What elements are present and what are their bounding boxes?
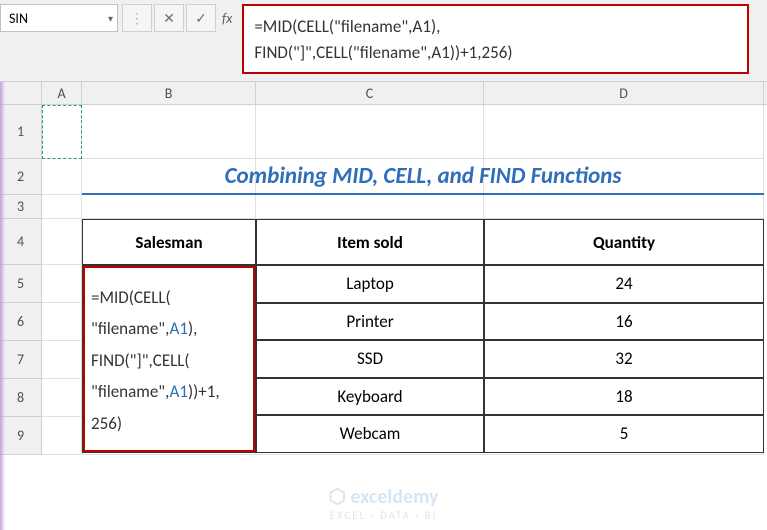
formula-line-1: =MID(CELL("filename",A1), — [254, 14, 737, 40]
watermark: ⬡ exceldemy EXCEL · DATA · BI — [328, 484, 438, 522]
select-all-corner[interactable] — [0, 82, 42, 104]
cell-C1[interactable] — [256, 105, 484, 159]
spreadsheet: A B C D 1 2 3 4 — [0, 82, 767, 455]
cell-qty[interactable]: 16 — [484, 303, 764, 341]
cell-qty[interactable]: 24 — [484, 265, 764, 303]
row-1: 1 — [0, 105, 767, 159]
cell-qty[interactable]: 32 — [484, 340, 764, 378]
header-salesman[interactable]: Salesman — [82, 219, 256, 265]
row-header-9[interactable]: 9 — [0, 417, 42, 455]
name-box-value: SIN — [9, 10, 28, 27]
col-header-D[interactable]: D — [484, 82, 764, 104]
name-box[interactable]: SIN ▾ — [0, 4, 118, 32]
chevron-down-icon[interactable]: ▾ — [108, 12, 113, 25]
formula-overlay-line-4: "filename",A1))+1, — [91, 376, 247, 407]
cell-qty[interactable]: 18 — [484, 378, 764, 416]
cell-A2[interactable] — [42, 159, 82, 195]
row-3: 3 — [0, 195, 767, 219]
expand-button: ⋮ — [122, 4, 152, 32]
fx-label[interactable]: fx — [222, 4, 232, 32]
formula-display-overlay[interactable]: =MID(CELL( "filename",A1), FIND("]",CELL… — [83, 266, 255, 452]
cell-D1[interactable] — [484, 105, 764, 159]
formula-bar-buttons: ⋮ ✕ ✓ — [122, 4, 216, 32]
row-header-6[interactable]: 6 — [0, 303, 42, 341]
cell-A1[interactable] — [42, 105, 82, 159]
cell-item[interactable]: Webcam — [256, 415, 484, 453]
cell-A7[interactable] — [42, 341, 82, 379]
cell-item[interactable]: SSD — [256, 340, 484, 378]
formula-input[interactable]: =MID(CELL("filename",A1), FIND("]",CELL(… — [242, 4, 749, 74]
row-header-3[interactable]: 3 — [0, 195, 42, 219]
header-item-sold[interactable]: Item sold — [256, 219, 484, 265]
col-header-A[interactable]: A — [42, 82, 82, 104]
formula-overlay-line-2: "filename",A1), — [91, 313, 247, 344]
cell-A8[interactable] — [42, 379, 82, 417]
cell-B3[interactable] — [82, 195, 256, 219]
formula-bar: SIN ▾ ⋮ ✕ ✓ fx =MID(CELL("filename",A1),… — [0, 0, 767, 82]
cell-item[interactable]: Laptop — [256, 265, 484, 303]
row-header-1[interactable]: 1 — [0, 105, 42, 159]
accept-button[interactable]: ✓ — [186, 4, 216, 32]
cell-C3[interactable] — [256, 195, 484, 219]
cell-A9[interactable] — [42, 417, 82, 455]
cell-A6[interactable] — [42, 303, 82, 341]
row-header-4[interactable]: 4 — [0, 219, 42, 265]
formula-line-2: FIND("]",CELL("filename",A1))+1,256) — [254, 40, 737, 66]
table-header-row: Salesman Item sold Quantity — [82, 219, 764, 265]
cell-A4[interactable] — [42, 219, 82, 265]
watermark-sub: EXCEL · DATA · BI — [328, 509, 438, 522]
column-headers: A B C D — [0, 82, 767, 105]
col-header-C[interactable]: C — [256, 82, 484, 104]
row-header-5[interactable]: 5 — [0, 265, 42, 303]
cell-A3[interactable] — [42, 195, 82, 219]
row-header-7[interactable]: 7 — [0, 341, 42, 379]
page-title: Combining MID, CELL, and FIND Functions — [82, 159, 764, 195]
cancel-button[interactable]: ✕ — [154, 4, 184, 32]
cell-qty[interactable]: 5 — [484, 415, 764, 453]
row-header-2[interactable]: 2 — [0, 159, 42, 195]
cell-item[interactable]: Keyboard — [256, 378, 484, 416]
formula-overlay-line-1: =MID(CELL( — [91, 282, 247, 313]
cell-A5[interactable] — [42, 265, 82, 303]
cell-D3[interactable] — [484, 195, 764, 219]
col-header-B[interactable]: B — [82, 82, 256, 104]
selection-edge — [0, 82, 5, 530]
cell-B1[interactable] — [82, 105, 256, 159]
row-header-8[interactable]: 8 — [0, 379, 42, 417]
header-quantity[interactable]: Quantity — [484, 219, 764, 265]
formula-overlay-line-3: FIND("]",CELL( — [91, 345, 247, 376]
cell-item[interactable]: Printer — [256, 303, 484, 341]
formula-overlay-line-5: 256) — [91, 408, 247, 439]
watermark-brand: ⬡ exceldemy — [328, 484, 438, 509]
